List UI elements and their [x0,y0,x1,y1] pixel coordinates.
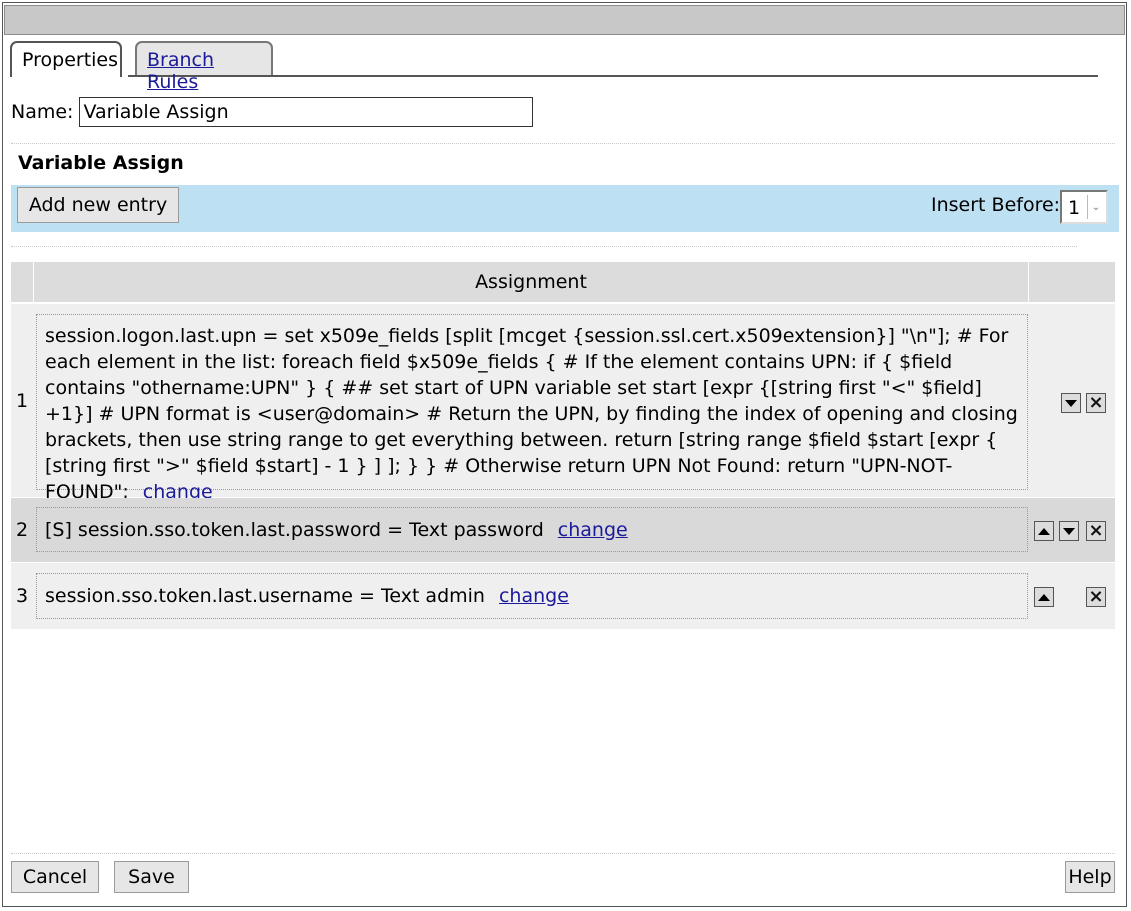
save-button[interactable]: Save [114,861,189,893]
table-row: 2 [S] session.sso.token.last.password = … [11,498,1115,562]
tab-properties[interactable]: Properties [10,41,122,77]
insert-before-value: 1 [1068,197,1081,219]
divider [11,143,1115,144]
section-title: Variable Assign [18,152,184,174]
help-button[interactable]: Help [1065,861,1115,893]
tab-branch-rules[interactable]: Branch Rules [135,41,273,93]
assignment-text: session.logon.last.upn = set x509e_field… [45,325,1018,503]
chevron-down-icon: ⌄ [1087,195,1104,219]
entry-toolbar: Add new entry Insert Before: 1 ⌄ [11,185,1119,232]
delete-icon[interactable]: × [1086,521,1106,541]
table-row: 3 session.sso.token.last.username = Text… [11,563,1115,629]
name-row: Name: [11,96,534,128]
tab-properties-label: Properties [22,49,119,71]
row-number: 2 [15,519,29,541]
tab-underline [128,75,1098,77]
insert-before-label: Insert Before: [931,194,1061,216]
move-up-icon[interactable] [1034,587,1054,607]
assignment-text: session.sso.token.last.username = Text a… [45,585,485,607]
row-number: 1 [15,389,29,412]
assignment-cell: session.sso.token.last.username = Text a… [36,573,1028,619]
table-row: 1 session.logon.last.upn = set x509e_fie… [11,304,1115,503]
change-link[interactable]: change [499,585,569,607]
row-number: 3 [15,585,29,607]
tab-bar: Properties Branch Rules [10,41,1098,93]
change-link[interactable]: change [558,519,628,541]
header-assignment: Assignment [34,262,1029,302]
delete-icon[interactable]: × [1086,393,1106,413]
delete-icon[interactable]: × [1086,587,1106,607]
move-down-icon[interactable] [1059,521,1079,541]
footer-divider [11,853,1115,854]
name-input[interactable] [79,97,534,127]
name-label: Name: [11,101,74,123]
table-header: Assignment [11,262,1115,302]
divider [11,246,1077,247]
assignment-cell: session.logon.last.upn = set x509e_field… [36,314,1028,503]
title-bar [4,5,1125,35]
cancel-button[interactable]: Cancel [11,861,99,893]
add-new-entry-button[interactable]: Add new entry [17,187,179,223]
assignment-text: [S] session.sso.token.last.password = Te… [45,519,544,541]
insert-before-select[interactable]: 1 ⌄ [1060,190,1108,224]
move-down-icon[interactable] [1061,393,1081,413]
assignment-cell: [S] session.sso.token.last.password = Te… [36,507,1028,552]
header-num-cell [11,262,34,302]
move-up-icon[interactable] [1034,521,1054,541]
